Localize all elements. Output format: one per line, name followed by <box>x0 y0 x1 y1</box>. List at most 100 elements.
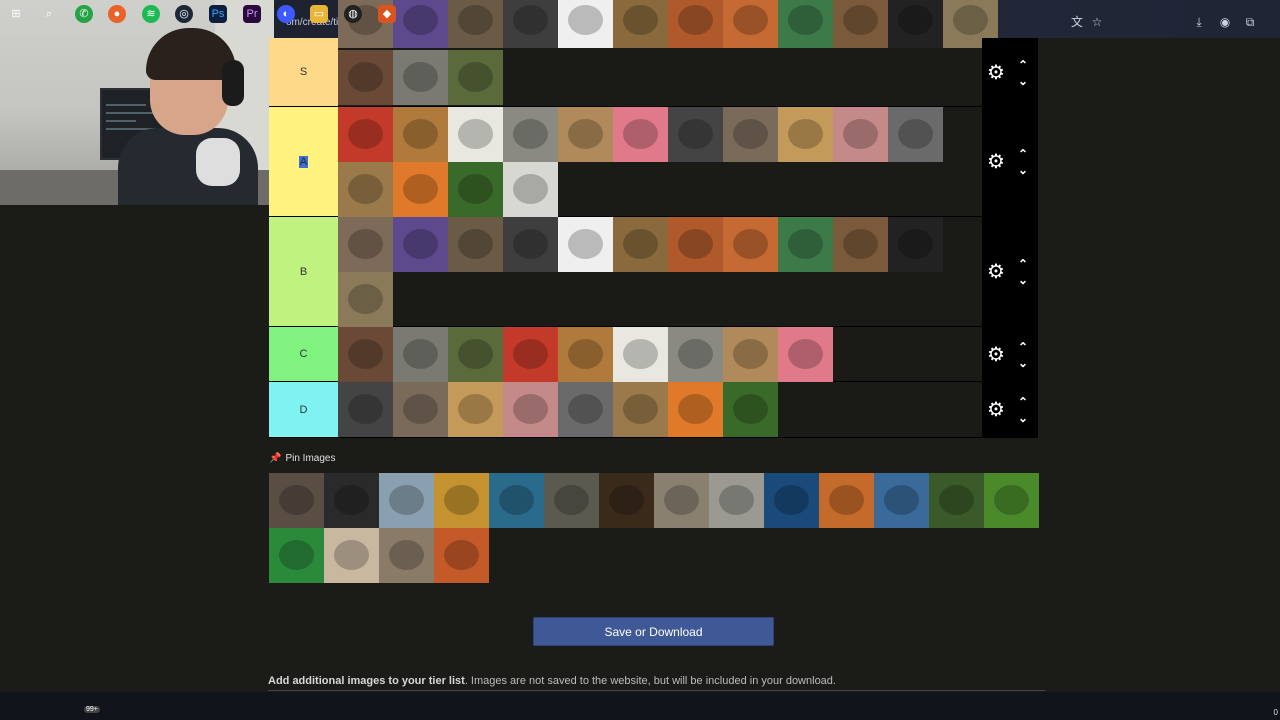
chevron-down-icon[interactable]: ⌄ <box>1016 274 1030 286</box>
animal-image[interactable] <box>833 0 888 48</box>
animal-image[interactable] <box>709 473 764 528</box>
animal-image[interactable] <box>338 272 393 327</box>
animal-image[interactable] <box>778 327 833 382</box>
animal-image[interactable] <box>599 473 654 528</box>
animal-image[interactable] <box>448 217 503 272</box>
animal-image[interactable] <box>379 528 434 583</box>
tier-label-b[interactable]: B <box>269 217 338 326</box>
animal-image[interactable] <box>269 473 324 528</box>
chevron-down-icon[interactable]: ⌄ <box>1016 357 1030 369</box>
spotify-icon[interactable]: ≋ <box>142 5 160 23</box>
animal-image[interactable] <box>668 382 723 437</box>
tier-items-s[interactable] <box>338 0 998 106</box>
photoshop-icon[interactable]: Ps <box>209 5 227 23</box>
tier-items-b[interactable] <box>338 217 982 327</box>
animal-image[interactable] <box>654 473 709 528</box>
animal-image[interactable] <box>503 107 558 162</box>
animal-image[interactable] <box>338 162 393 217</box>
animal-image[interactable] <box>613 217 668 272</box>
firefox-icon[interactable]: ● <box>108 5 126 23</box>
animal-image[interactable] <box>338 382 393 437</box>
animal-image[interactable] <box>448 162 503 217</box>
animal-image[interactable] <box>503 217 558 272</box>
animal-image[interactable] <box>448 382 503 437</box>
animal-image[interactable] <box>448 0 503 48</box>
animal-image[interactable] <box>613 327 668 382</box>
animal-image[interactable] <box>489 473 544 528</box>
animal-image[interactable] <box>764 473 819 528</box>
animal-image[interactable] <box>888 217 943 272</box>
gear-icon[interactable]: ⚙ <box>986 63 1006 83</box>
animal-image[interactable] <box>558 107 613 162</box>
animal-image[interactable] <box>338 107 393 162</box>
tier-label-a[interactable]: A <box>269 107 338 216</box>
animal-image[interactable] <box>888 0 943 48</box>
chevron-down-icon[interactable]: ⌄ <box>1016 164 1030 176</box>
animal-image[interactable] <box>269 528 324 583</box>
animal-image[interactable] <box>668 327 723 382</box>
tier-items-c[interactable] <box>338 327 982 382</box>
animal-image[interactable] <box>723 327 778 382</box>
animal-image[interactable] <box>723 107 778 162</box>
animal-image[interactable] <box>338 217 393 272</box>
animal-image[interactable] <box>778 0 833 48</box>
gear-icon[interactable]: ⚙ <box>986 400 1006 420</box>
animal-image[interactable] <box>874 473 929 528</box>
animal-image[interactable] <box>338 50 393 105</box>
animal-image[interactable] <box>888 107 943 162</box>
obs-icon[interactable]: ◍ <box>344 5 362 23</box>
tier-label-c[interactable]: C <box>269 327 338 381</box>
save-or-download-button[interactable]: Save or Download <box>533 617 774 646</box>
windows-start-icon[interactable]: ⊞ <box>7 5 25 23</box>
translate-icon[interactable]: 文 <box>1070 15 1084 29</box>
animal-image[interactable] <box>434 528 489 583</box>
tier-label-d[interactable]: D <box>269 382 338 437</box>
animal-image[interactable] <box>668 107 723 162</box>
tier-label-s[interactable]: S <box>269 38 338 106</box>
animal-image[interactable] <box>393 107 448 162</box>
star-icon[interactable]: ☆ <box>1090 15 1104 29</box>
animal-image[interactable] <box>338 327 393 382</box>
animal-image[interactable] <box>393 217 448 272</box>
animal-image[interactable] <box>984 473 1039 528</box>
animal-image[interactable] <box>723 0 778 48</box>
gear-icon[interactable]: ⚙ <box>986 152 1006 172</box>
animal-image[interactable] <box>558 327 613 382</box>
chevron-down-icon[interactable]: ⌄ <box>1016 412 1030 424</box>
animal-image[interactable] <box>613 382 668 437</box>
animal-image[interactable] <box>778 217 833 272</box>
chevron-up-icon[interactable]: ⌃ <box>1016 341 1030 353</box>
animal-image[interactable] <box>558 217 613 272</box>
chevron-up-icon[interactable]: ⌃ <box>1016 148 1030 160</box>
animal-image[interactable] <box>723 382 778 437</box>
whatsapp-icon[interactable]: ✆ <box>75 5 93 23</box>
extensions-icon[interactable]: ⧉ <box>1243 15 1257 29</box>
animal-image[interactable] <box>668 0 723 48</box>
premiere-icon[interactable]: Pr <box>243 5 261 23</box>
animal-image[interactable] <box>613 107 668 162</box>
animal-image[interactable] <box>324 528 379 583</box>
chevron-down-icon[interactable]: ⌄ <box>1016 75 1030 87</box>
animal-image[interactable] <box>819 473 874 528</box>
animal-image[interactable] <box>503 327 558 382</box>
animal-image[interactable] <box>503 0 558 48</box>
animal-image[interactable] <box>448 327 503 382</box>
chrome-icon[interactable]: ◐ <box>277 5 295 23</box>
tier-items-a[interactable] <box>338 107 982 217</box>
search-icon[interactable]: ⌕ <box>40 5 58 23</box>
animal-image[interactable] <box>393 0 448 48</box>
animal-image[interactable] <box>393 50 448 105</box>
chevron-up-icon[interactable]: ⌃ <box>1016 396 1030 408</box>
animal-image[interactable] <box>448 107 503 162</box>
gear-icon[interactable]: ⚙ <box>986 345 1006 365</box>
gear-icon[interactable]: ⚙ <box>986 262 1006 282</box>
folder-icon[interactable]: ▭ <box>310 5 328 23</box>
animal-image[interactable] <box>448 50 503 105</box>
account-icon[interactable]: ◉ <box>1218 15 1232 29</box>
animal-image[interactable] <box>393 382 448 437</box>
animal-image[interactable] <box>613 0 668 48</box>
animal-image[interactable] <box>778 107 833 162</box>
animal-image[interactable] <box>503 382 558 437</box>
tier-items-d[interactable] <box>338 382 982 437</box>
animal-image[interactable] <box>393 162 448 217</box>
